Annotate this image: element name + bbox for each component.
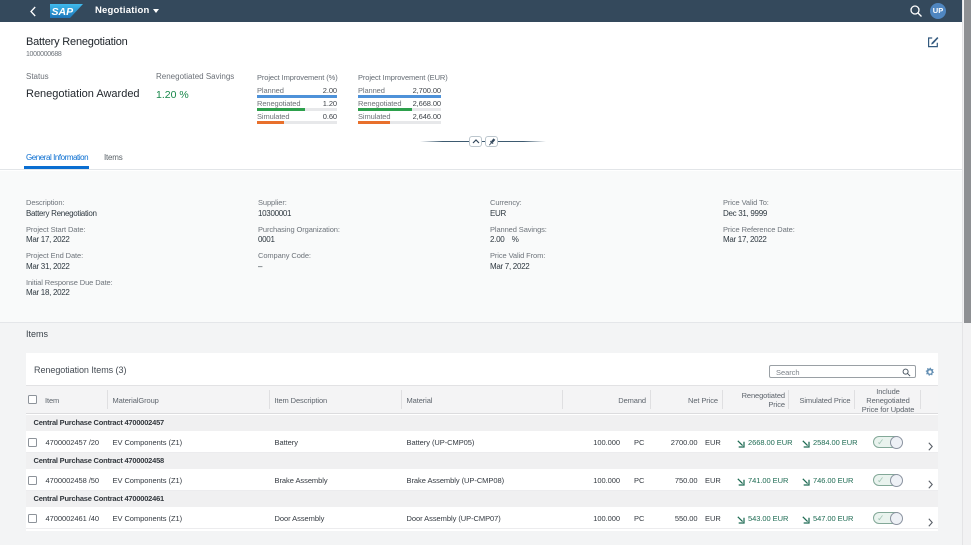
svg-text:SAP: SAP <box>52 6 75 18</box>
